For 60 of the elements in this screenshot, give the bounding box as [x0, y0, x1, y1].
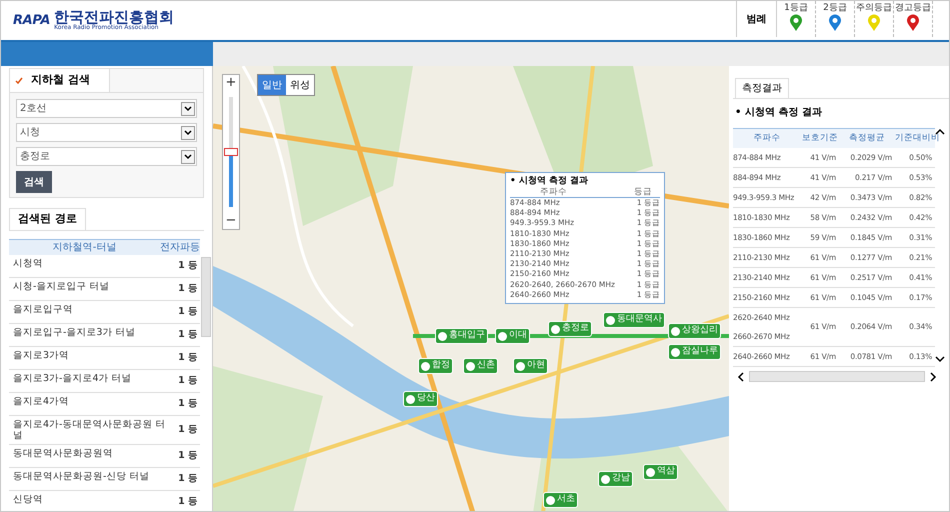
route-name: 시청역	[12, 258, 44, 271]
route-name: 을지로4가역	[12, 396, 70, 409]
zoom-in-button[interactable]: +	[223, 75, 239, 91]
route-name: 시청-을지로입구 터널	[12, 281, 110, 294]
logo-mark: RAPA	[13, 12, 50, 30]
station-marker[interactable]: 잠실나루	[668, 344, 721, 360]
route-name: 을지로3가역	[12, 350, 70, 363]
routes-tab[interactable]: 검색된 경로	[9, 208, 86, 230]
route-name: 동대문역사문화공원역	[12, 448, 114, 461]
grade-text: 1 등	[178, 374, 199, 388]
grade-text: 1 등	[178, 350, 199, 365]
station-marker[interactable]: 상왕십리	[668, 323, 721, 339]
route-name: 을지로입구-을지로3가 터널	[12, 327, 136, 340]
grade-text: 1 등	[178, 494, 199, 509]
station-marker[interactable]: 신촌	[463, 358, 498, 374]
column-header: 전자파등	[160, 241, 200, 255]
grade-text: 1 등	[178, 282, 199, 296]
route-name: 동대문역사문화공원-신당 터널	[12, 471, 150, 484]
legend-label: 1등급	[784, 3, 808, 14]
subway-search-tab[interactable]: 지하철 검색	[10, 69, 110, 92]
dropdown[interactable]: 시청	[16, 123, 197, 142]
column-header: 등급	[634, 187, 652, 197]
station-marker[interactable]: 아현	[513, 358, 548, 374]
results-title: • 시청역 측정 결과	[735, 106, 823, 120]
route-name: 신당역	[12, 494, 44, 507]
route-name: 을지로3가-을지로4가 터널	[12, 373, 133, 386]
column-header: 주파수	[540, 187, 567, 197]
organization-name: 한국전파진흥협회	[54, 10, 174, 25]
route-name: 을지로4가-동대문역사문화공원 터널	[12, 419, 166, 441]
grade-text: 1 등	[178, 448, 199, 463]
legend-label: 2등급	[823, 3, 847, 14]
legend-label: 주의등급	[856, 3, 892, 14]
search-button[interactable]: 검색	[16, 171, 52, 193]
station-marker[interactable]: 강남	[598, 471, 633, 487]
column-header: 보호기준	[801, 132, 839, 145]
grade-text: 1 등	[178, 396, 199, 411]
dropdown[interactable]: 2호선	[16, 99, 197, 118]
popup-title: • 시청역 측정 결과	[510, 176, 590, 187]
grade-text: 1 등	[178, 472, 199, 486]
station-marker[interactable]: 이대	[495, 328, 530, 344]
grade-text: 1 등	[178, 304, 199, 319]
legend-label: 경고등급	[895, 3, 931, 14]
results-tab[interactable]: 측정결과	[735, 78, 789, 98]
grade-text: 1 등	[178, 258, 199, 273]
station-marker[interactable]: 당산	[403, 391, 438, 407]
station-marker[interactable]: 서초	[543, 492, 578, 508]
station-marker[interactable]: 역삼	[643, 464, 678, 480]
grade-text: 1 등	[178, 328, 199, 342]
dropdown[interactable]: 충정로	[16, 147, 197, 166]
station-marker[interactable]: 충정로	[548, 321, 592, 337]
station-marker[interactable]: 합정	[418, 358, 453, 374]
column-header: 주파수	[752, 132, 782, 145]
map-type-button[interactable]: 일반	[258, 75, 286, 95]
column-header: 지하철역-터널	[52, 241, 118, 255]
station-marker[interactable]: 홍대입구	[435, 328, 488, 344]
column-header: 측정평균	[848, 132, 886, 145]
grade-text: 1 등	[178, 422, 199, 437]
zoom-out-button[interactable]: −	[223, 213, 239, 229]
route-name: 을지로입구역	[12, 304, 74, 317]
station-marker[interactable]: 동대문역사	[603, 312, 665, 328]
